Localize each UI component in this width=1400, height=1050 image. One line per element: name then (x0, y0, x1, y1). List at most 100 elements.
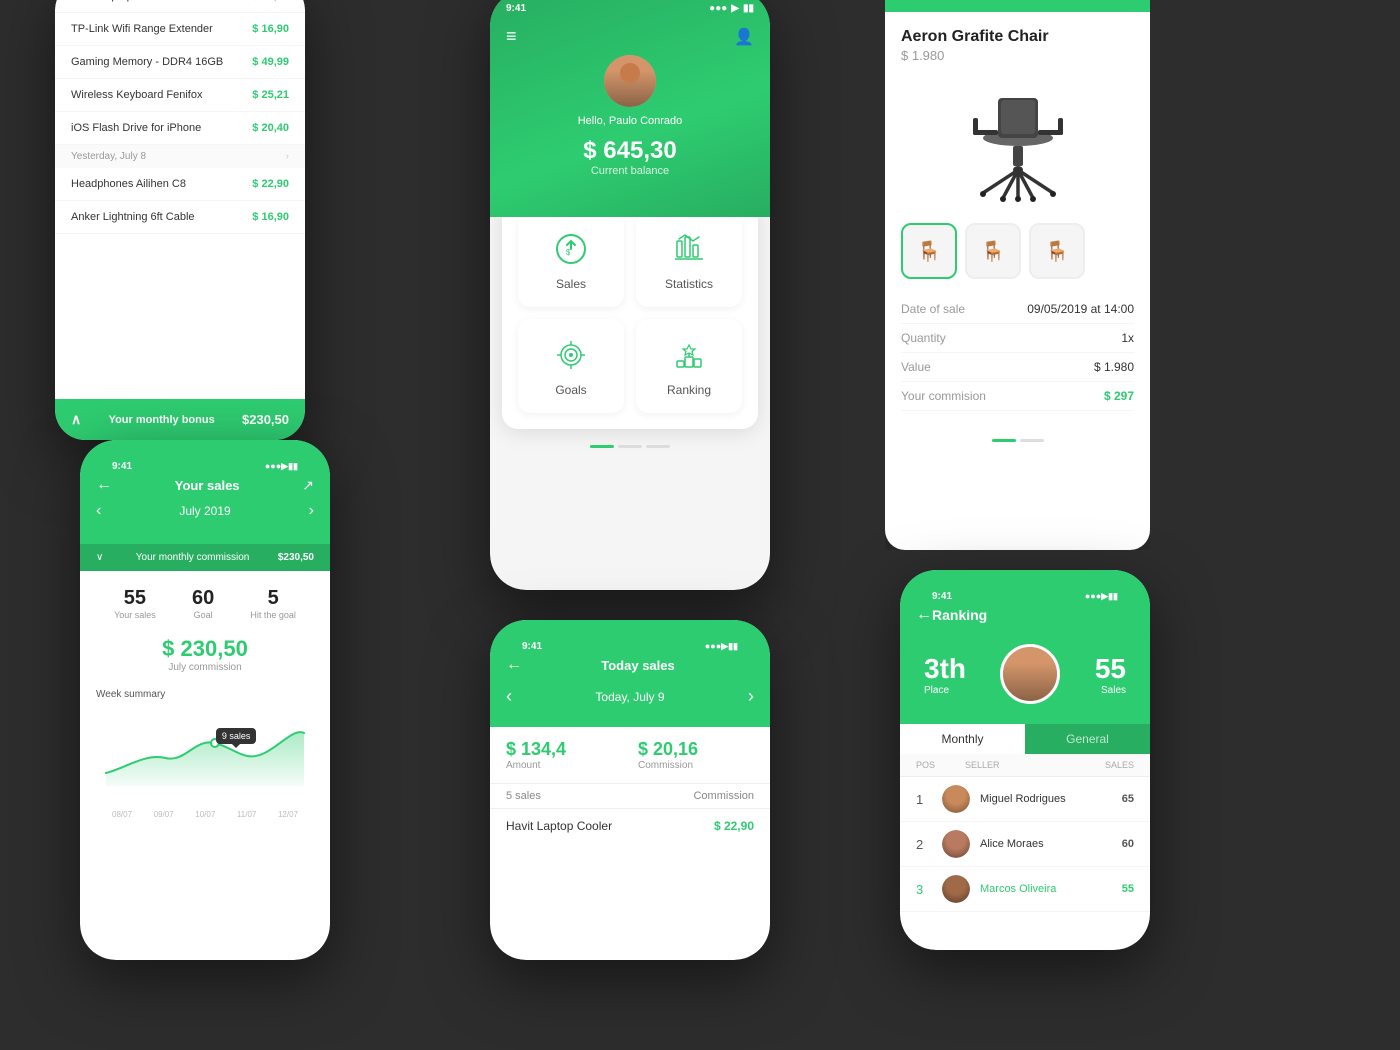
balance-amount: $ 645,30 (490, 137, 770, 165)
stat-sales: 55 Your sales (114, 587, 156, 620)
phone-shopping-list: Havit Laptop Cooler $ 22,90 TP-Link Wifi… (55, 0, 305, 440)
header-row: ← Today sales (506, 656, 754, 674)
sale-details-card: ← Sale details Aeron Grafite Chair $ 1.9… (885, 0, 1150, 550)
list-item: Gaming Memory - DDR4 16GB $ 49,99 (55, 46, 305, 79)
menu-icon[interactable]: ≡ (506, 26, 517, 47)
card-ranking[interactable]: Ranking (636, 319, 742, 413)
user-icon[interactable]: 👤 (734, 27, 754, 47)
next-day-button[interactable]: › (748, 686, 754, 707)
avatar-2 (942, 830, 970, 858)
item-price: $ 49,99 (252, 56, 289, 68)
item-price: $ 16,90 (252, 211, 289, 223)
page-title: Today sales (522, 658, 754, 673)
stat-goal: 60 Goal (192, 587, 214, 620)
card-sales[interactable]: $ Sales (518, 213, 624, 307)
list-item: Wireless Keyboard Fenifox $ 25,21 (55, 79, 305, 112)
ranking-hero: 3th Place 55 Sales (900, 636, 1150, 724)
month-navigator: ‹ July 2019 › (96, 494, 314, 528)
month-label: July 2019 (179, 504, 230, 518)
rank-sales: 55 Sales (1095, 653, 1126, 696)
product-thumbnails: 🪑 🪑 🪑 (901, 223, 1134, 279)
avatar-3 (942, 875, 970, 903)
back-button[interactable]: ← (916, 606, 932, 624)
item-price: $ 25,21 (252, 89, 289, 101)
header-row: ← Ranking (916, 606, 1134, 624)
scroll-indicator (490, 445, 770, 448)
sales-icon: $ (551, 229, 591, 269)
ranking-tabs: Monthly General (900, 724, 1150, 754)
table-row: 2 Alice Moraes 60 (900, 822, 1150, 867)
card-statistics[interactable]: Statistics (636, 213, 742, 307)
sales-nav-row: ← Your sales ↗ (96, 476, 314, 494)
list-item: TP-Link Wifi Range Extender $ 16,90 (55, 13, 305, 46)
week-summary-section: Week summary 9 sales 08/07 (80, 677, 330, 821)
commission-block: $ 20,16 Commission (638, 739, 754, 771)
chevron-down-icon: ∨ (96, 552, 103, 563)
sale-content: Aeron Grafite Chair $ 1.980 (885, 12, 1150, 427)
table-row: 1 Miguel Rodrigues 65 (900, 777, 1150, 822)
date-separator: Yesterday, July 8 › (55, 145, 305, 168)
product-name: Aeron Grafite Chair (901, 28, 1134, 46)
item-name: Wireless Keyboard Fenifox (71, 89, 202, 101)
sale-details-header: ← Sale details (885, 0, 1150, 12)
item-price: $ 22,90 (252, 0, 289, 2)
prev-month-button[interactable]: ‹ (96, 502, 101, 520)
commission-label: Your monthly commission (136, 552, 250, 563)
tab-monthly[interactable]: Monthly (900, 724, 1025, 754)
detail-row-date: Date of sale 09/05/2019 at 14:00 (901, 295, 1134, 324)
card-statistics-label: Statistics (648, 277, 730, 291)
list-item: Headphones Ailihen C8 $ 22,90 (55, 168, 305, 201)
statistics-icon (669, 229, 709, 269)
avatar-image (604, 55, 656, 107)
thumbnail-3[interactable]: 🪑 (1029, 223, 1085, 279)
item-name: TP-Link Wifi Range Extender (71, 23, 213, 35)
item-price: $ 20,40 (252, 122, 289, 134)
list-item: Havit Laptop Cooler $ 22,90 (490, 809, 770, 843)
item-price: $ 22,90 (252, 178, 289, 190)
monthly-bonus-bar: ∧ Your monthly bonus $230,50 (55, 399, 305, 440)
dash-top-bar: ≡ 👤 (490, 18, 770, 55)
balance-label: Current balance (490, 165, 770, 177)
card-ranking-label: Ranking (648, 383, 730, 397)
detail-row-value: Value $ 1.980 (901, 353, 1134, 382)
svg-text:$: $ (566, 248, 571, 257)
commission-amount: $230,50 (278, 552, 314, 563)
list-item: Anker Lightning 6ft Cable $ 16,90 (55, 201, 305, 234)
thumbnail-1[interactable]: 🪑 (901, 223, 957, 279)
next-month-button[interactable]: › (309, 502, 314, 520)
status-bar: 9:41 ●●●▶▮▮ (916, 578, 1134, 606)
product-image (901, 73, 1134, 213)
commission-bar[interactable]: ∨ Your monthly commission $230,50 (80, 544, 330, 571)
phone-sale-details: ← Sale details Aeron Grafite Chair $ 1.9… (885, 0, 1150, 550)
chart-tooltip: 9 sales (216, 728, 257, 744)
thumbnail-2[interactable]: 🪑 (965, 223, 1021, 279)
avatar-1 (942, 785, 970, 813)
chevron-up-icon: ∧ (71, 411, 81, 428)
back-button[interactable]: ← (506, 656, 522, 674)
product-price: $ 1.980 (901, 48, 1134, 63)
back-button[interactable]: ← (96, 476, 112, 494)
status-bar: 9:41 ●●● ▶ ▮▮ (490, 0, 770, 18)
item-price: $ 16,90 (252, 23, 289, 35)
line-chart: 9 sales (96, 708, 314, 808)
stat-hit: 5 Hit the goal (250, 587, 296, 620)
ranking-icon (669, 335, 709, 375)
prev-day-button[interactable]: ‹ (506, 686, 512, 707)
dashboard-green-section: 9:41 ●●● ▶ ▮▮ ≡ 👤 Hello, Paulo Conrado $… (490, 0, 770, 217)
scroll-indicator (885, 427, 1150, 454)
item-name: iOS Flash Drive for iPhone (71, 122, 201, 134)
status-bar: 9:41 ●●●▶▮▮ (96, 448, 314, 476)
ranking-header: 9:41 ●●●▶▮▮ ← Ranking (900, 570, 1150, 636)
item-name: Anker Lightning 6ft Cable (71, 211, 195, 223)
card-goals[interactable]: Goals (518, 319, 624, 413)
shopping-list: Havit Laptop Cooler $ 22,90 TP-Link Wifi… (55, 0, 305, 234)
table-row: 3 Marcos Oliveira 55 (900, 867, 1150, 912)
trend-icon: ↗ (302, 477, 314, 494)
date-navigator: ‹ Today, July 9 › (506, 678, 754, 715)
item-name: Gaming Memory - DDR4 16GB (71, 56, 223, 68)
phone-dashboard: 9:41 ●●● ▶ ▮▮ ≡ 👤 Hello, Paulo Conrado $… (490, 0, 770, 590)
dashboard-cards: $ Sales Statistics (502, 197, 758, 429)
avatar (604, 55, 656, 107)
chart-x-labels: 08/07 09/07 10/07 11/07 12/07 (96, 808, 314, 821)
tab-general[interactable]: General (1025, 724, 1150, 754)
